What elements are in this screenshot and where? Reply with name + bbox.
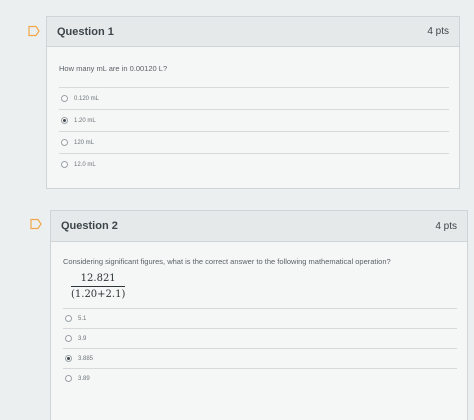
fraction-denominator: (1.20+2.1) bbox=[71, 289, 126, 300]
flag-icon[interactable] bbox=[28, 25, 40, 37]
answer-label: 3.885 bbox=[78, 355, 94, 362]
answer-label: 120 mL bbox=[74, 139, 95, 146]
answer-list: 5.1 3.9 3.885 3.89 bbox=[63, 308, 457, 388]
radio-button[interactable] bbox=[61, 95, 68, 102]
question-points: 4 pts bbox=[435, 220, 457, 232]
question-body: Considering significant figures, what is… bbox=[51, 242, 467, 396]
answer-label: 3.89 bbox=[78, 375, 90, 382]
question-body: How many mL are in 0.00120 L? 0.120 mL 1… bbox=[47, 47, 459, 183]
quiz-page: Question 1 4 pts How many mL are in 0.00… bbox=[0, 0, 474, 420]
answer-option[interactable]: 3.885 bbox=[63, 348, 457, 368]
radio-button[interactable] bbox=[61, 161, 68, 168]
radio-button[interactable] bbox=[65, 315, 72, 322]
radio-button-selected[interactable] bbox=[61, 117, 68, 124]
answer-option[interactable]: 3.89 bbox=[63, 368, 457, 388]
answer-label: 12.0 mL bbox=[74, 161, 96, 168]
question-header: Question 1 4 pts bbox=[47, 17, 459, 47]
answer-label: 1.20 mL bbox=[74, 117, 96, 124]
answer-label: 0.120 mL bbox=[74, 95, 100, 102]
radio-button[interactable] bbox=[65, 335, 72, 342]
answer-option[interactable]: 12.0 mL bbox=[59, 153, 449, 175]
question-title: Question 1 bbox=[57, 25, 114, 38]
fraction-numerator: 12.821 bbox=[80, 273, 116, 284]
answer-label: 5.1 bbox=[78, 315, 87, 322]
answer-option[interactable]: 1.20 mL bbox=[59, 109, 449, 131]
answer-option[interactable]: 3.9 bbox=[63, 328, 457, 348]
question-points: 4 pts bbox=[427, 26, 449, 37]
question-text: Considering significant figures, what is… bbox=[63, 257, 391, 266]
question-title: Question 2 bbox=[61, 220, 118, 232]
radio-button[interactable] bbox=[61, 139, 68, 146]
answer-option[interactable]: 5.1 bbox=[63, 308, 457, 328]
radio-button[interactable] bbox=[65, 375, 72, 382]
answer-label: 3.9 bbox=[78, 335, 87, 342]
flag-icon[interactable] bbox=[30, 218, 42, 230]
answer-option[interactable]: 0.120 mL bbox=[59, 87, 449, 109]
answer-option[interactable]: 120 mL bbox=[59, 131, 449, 153]
answer-list: 0.120 mL 1.20 mL 120 mL 12.0 mL bbox=[59, 87, 449, 175]
question-text: How many mL are in 0.00120 L? bbox=[59, 64, 168, 73]
radio-button-selected[interactable] bbox=[65, 355, 72, 362]
question-card-2: Question 2 4 pts Considering significant… bbox=[50, 210, 468, 420]
math-fraction: 12.821 (1.20+2.1) bbox=[71, 273, 126, 300]
question-header: Question 2 4 pts bbox=[51, 211, 467, 242]
question-card-1: Question 1 4 pts How many mL are in 0.00… bbox=[46, 16, 460, 189]
